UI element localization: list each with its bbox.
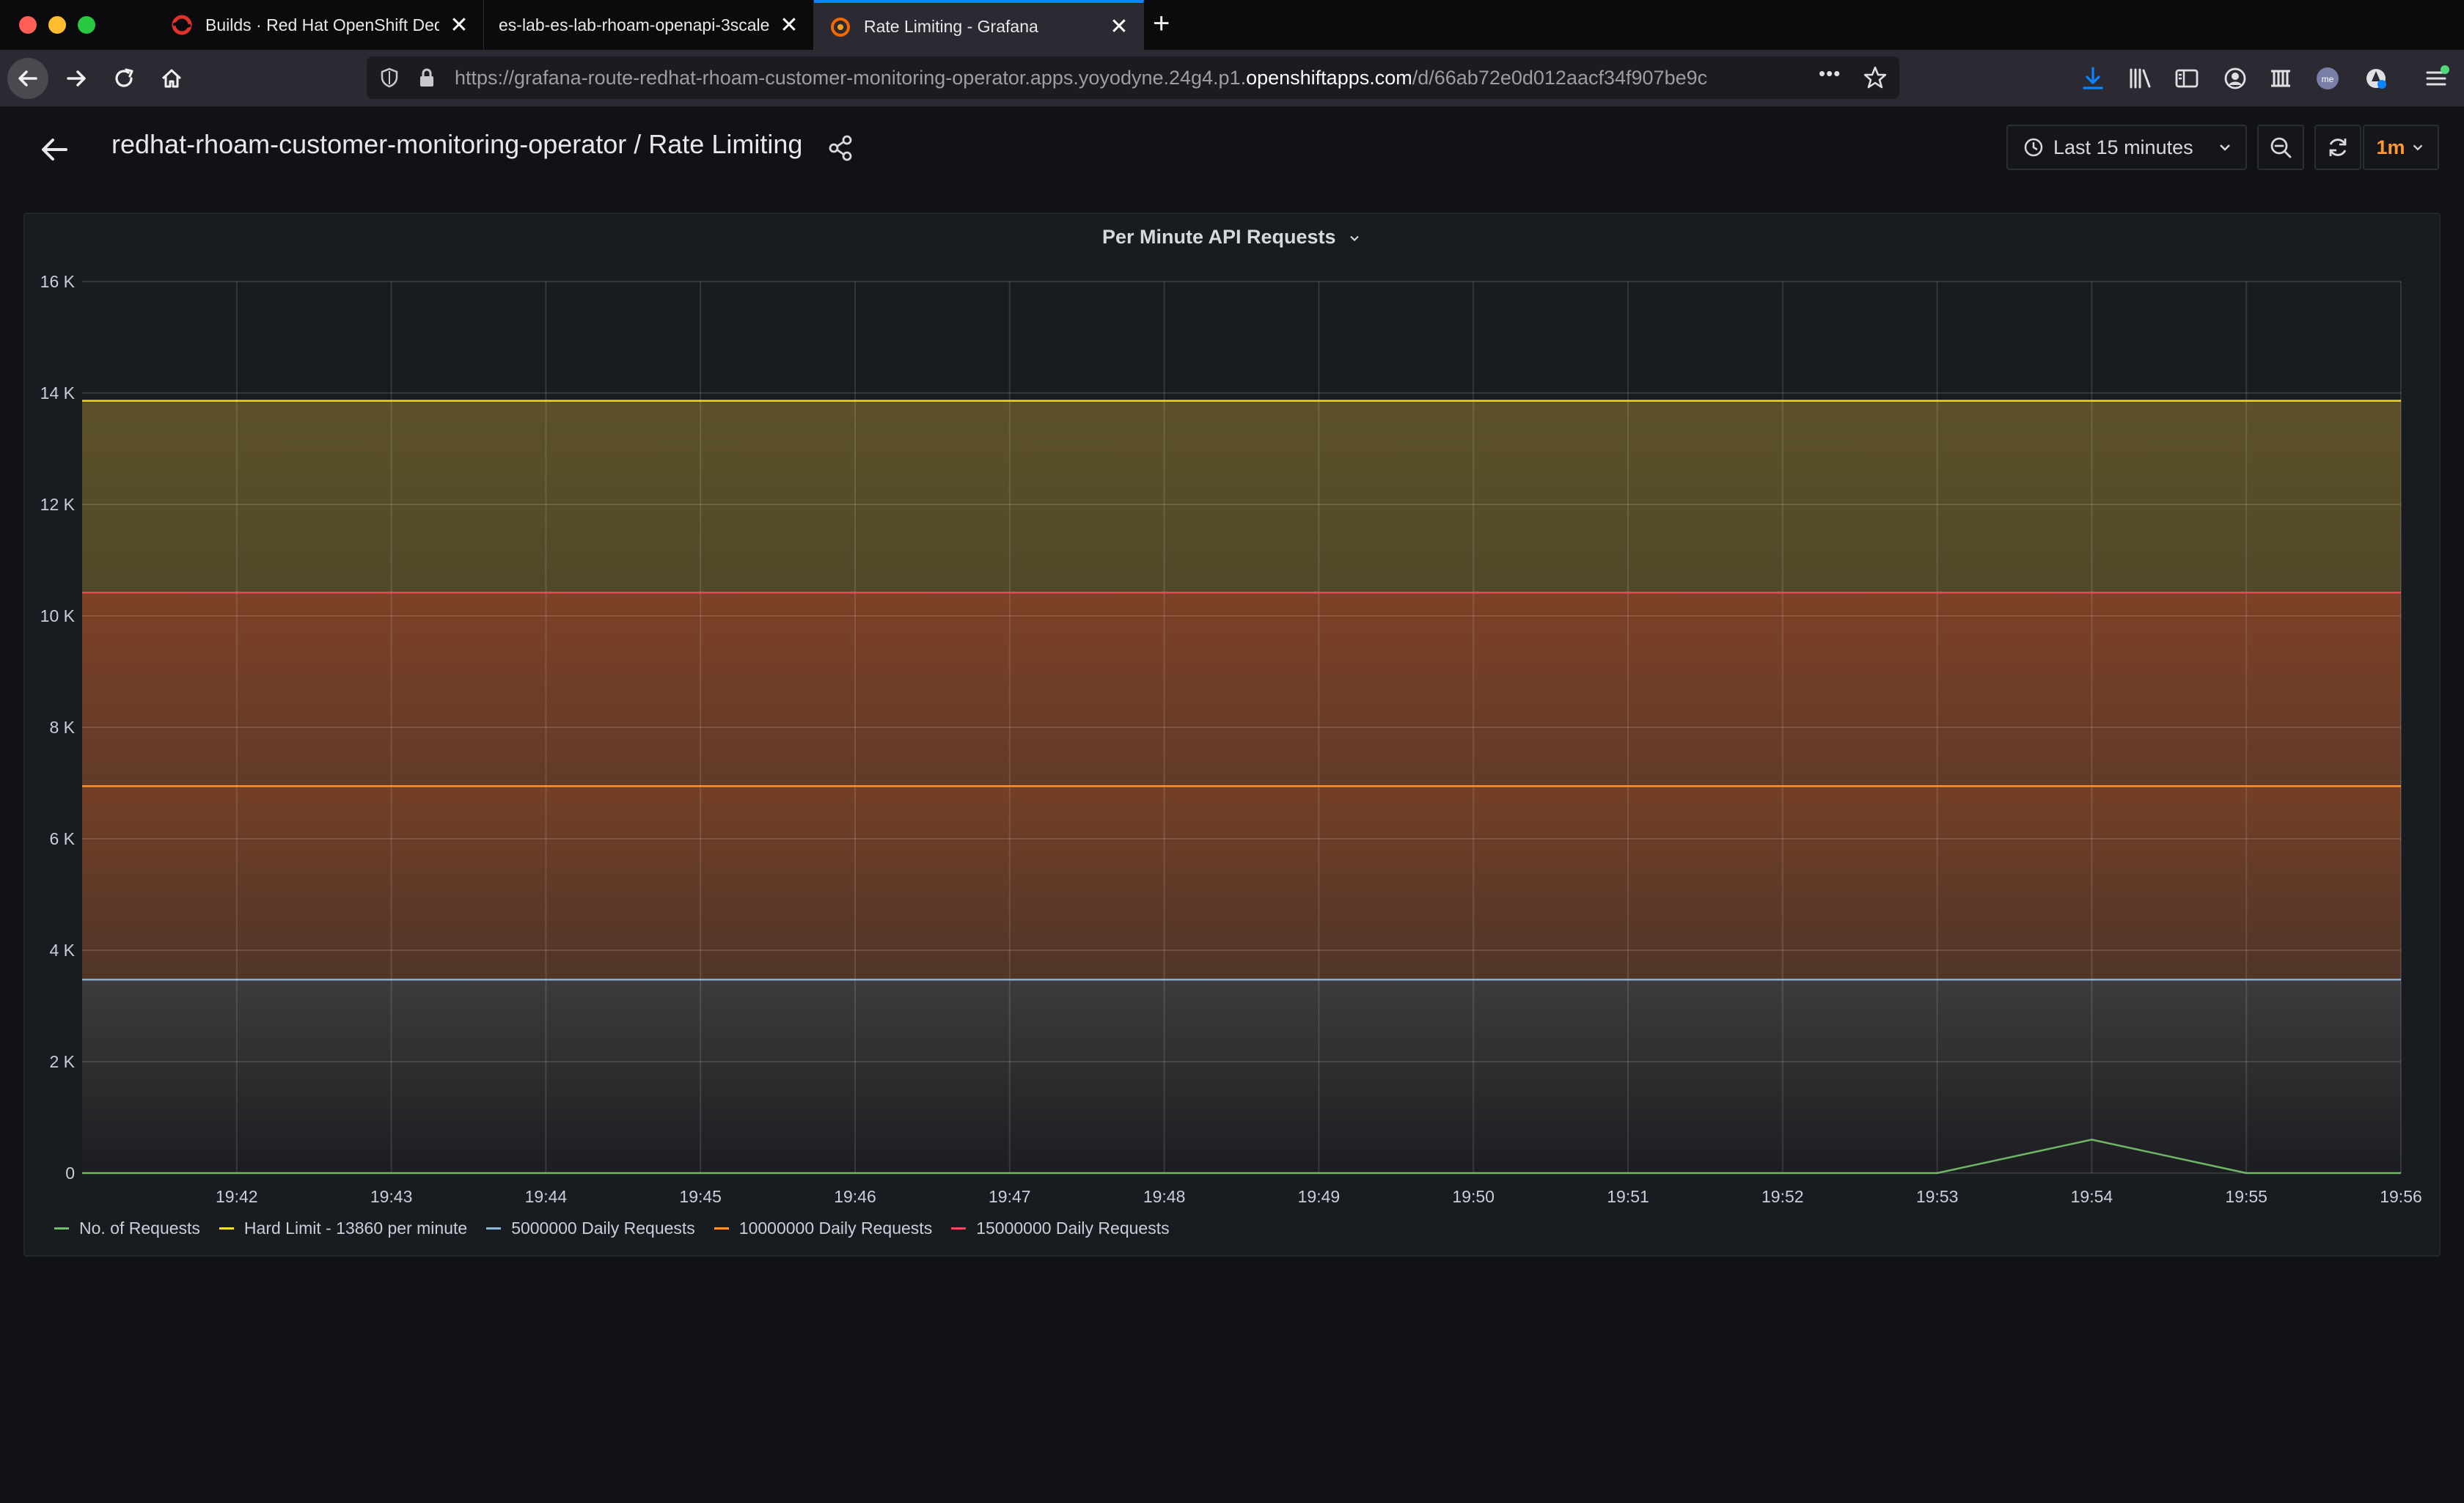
refresh-interval-picker[interactable]: 1m: [2363, 125, 2439, 170]
tab-label: Rate Limiting - Grafana: [864, 16, 1038, 36]
refresh-interval-label: 1m: [2376, 136, 2405, 158]
back-button[interactable]: [7, 58, 48, 99]
chart-legend: No. of Requests Hard Limit - 13860 per mi…: [54, 1219, 1189, 1238]
browser-tab-3scale[interactable]: es-lab-es-lab-rhoam-openapi-3scale ✕: [484, 0, 814, 50]
back-arrow-icon[interactable]: [38, 133, 70, 166]
legend-swatch: [219, 1227, 234, 1230]
y-tick-label: 10 K: [40, 606, 76, 625]
close-tab-icon[interactable]: ✕: [780, 12, 799, 38]
x-tick-label: 19:51: [1607, 1187, 1649, 1206]
x-tick-label: 19:45: [679, 1187, 722, 1206]
x-tick-label: 19:55: [2225, 1187, 2267, 1206]
y-tick-label: 6 K: [49, 829, 75, 848]
library-icon[interactable]: [2127, 65, 2153, 92]
time-range-label: Last 15 minutes: [2053, 136, 2193, 158]
tab-label: es-lab-es-lab-rhoam-openapi-3scale: [499, 15, 769, 34]
y-tick-label: 2 K: [49, 1052, 75, 1071]
page-title[interactable]: redhat-rhoam-customer-monitoring-operato…: [111, 129, 802, 160]
download-icon[interactable]: [2080, 65, 2106, 92]
close-tab-icon[interactable]: ✕: [450, 12, 469, 38]
grafana-icon: [831, 18, 850, 37]
reload-button[interactable]: [104, 58, 145, 99]
star-icon[interactable]: [1863, 65, 1888, 90]
sidebar-icon[interactable]: [2174, 65, 2200, 92]
browser-tab-builds[interactable]: Builds · Red Hat OpenShift Dedicated ✕: [155, 0, 484, 50]
zoom-out-button[interactable]: [2257, 125, 2304, 170]
series-area-2: [82, 980, 2401, 1173]
y-tick-label: 12 K: [40, 495, 76, 514]
menu-icon[interactable]: [2423, 65, 2449, 92]
dashboard-header: redhat-rhoam-customer-monitoring-operato…: [0, 107, 2464, 195]
legend-swatch: [54, 1227, 69, 1230]
forward-button[interactable]: [56, 58, 97, 99]
legend-label: No. of Requests: [79, 1219, 200, 1238]
legend-label: 15000000 Daily Requests: [976, 1219, 1170, 1238]
x-tick-label: 19:53: [1916, 1187, 1959, 1206]
legend-swatch: [486, 1227, 502, 1230]
account-icon[interactable]: [2222, 65, 2248, 92]
time-range-picker[interactable]: Last 15 minutes: [2006, 125, 2247, 170]
page-actions-button[interactable]: •••: [1819, 62, 1841, 85]
legend-swatch: [714, 1227, 729, 1230]
x-tick-label: 19:47: [989, 1187, 1031, 1206]
legend-swatch: [951, 1227, 967, 1230]
x-tick-label: 19:52: [1761, 1187, 1804, 1206]
address-bar[interactable]: https://grafana-route-redhat-rhoam-custo…: [367, 56, 1899, 99]
tab-label: Builds · Red Hat OpenShift Dedicated: [205, 15, 439, 34]
x-tick-label: 19:46: [834, 1187, 876, 1206]
window-zoom-button[interactable]: [78, 16, 95, 34]
home-button[interactable]: [151, 58, 192, 99]
x-tick-label: 19:54: [2071, 1187, 2113, 1206]
svg-text:me: me: [2322, 74, 2334, 84]
y-tick-label: 0: [65, 1164, 75, 1183]
chevron-down-icon: [2220, 144, 2230, 151]
browser-tab-bar: Builds · Red Hat OpenShift Dedicated ✕ e…: [0, 0, 2464, 51]
extension-icon[interactable]: [2363, 65, 2389, 92]
chevron-down-icon: [2413, 144, 2422, 151]
openshift-icon: [172, 15, 192, 35]
shield-icon: [381, 67, 398, 88]
x-tick-label: 19:43: [370, 1187, 413, 1206]
legend-item[interactable]: 15000000 Daily Requests: [951, 1219, 1170, 1238]
y-tick-label: 14 K: [40, 383, 76, 403]
x-tick-label: 19:48: [1143, 1187, 1186, 1206]
y-tick-label: 16 K: [40, 272, 76, 291]
browser-tab-grafana[interactable]: Rate Limiting - Grafana ✕: [814, 0, 1144, 50]
x-tick-label: 19:50: [1452, 1187, 1495, 1206]
window-minimize-button[interactable]: [48, 16, 66, 34]
reload-icon: [115, 68, 133, 87]
lock-icon: [420, 68, 433, 87]
legend-item[interactable]: No. of Requests: [54, 1219, 200, 1238]
graph-panel: Per Minute API Requests 02 K4 K6 K8 K 10 …: [23, 213, 2441, 1257]
y-tick-label: 8 K: [49, 718, 75, 737]
profile-avatar-icon[interactable]: me: [2314, 65, 2341, 92]
y-tick-label: 4 K: [49, 941, 75, 960]
x-tick-label: 19:49: [1298, 1187, 1341, 1206]
new-tab-button[interactable]: +: [1153, 9, 1170, 38]
share-icon[interactable]: [826, 133, 855, 163]
x-tick-label: 19:44: [525, 1187, 568, 1206]
browser-toolbar: https://grafana-route-redhat-rhoam-custo…: [0, 51, 2464, 107]
home-icon: [161, 69, 182, 88]
chart-plot[interactable]: 0 2 K 4 K 6 K 8 K 10 K 12 K 14 K 16 K 19:42 19:43…: [25, 214, 2439, 1211]
legend-item[interactable]: 5000000 Daily Requests: [486, 1219, 695, 1238]
refresh-button[interactable]: [2314, 125, 2361, 170]
zoom-out-icon: [2270, 137, 2292, 158]
x-tick-label: 19:42: [216, 1187, 258, 1206]
url-text: https://grafana-route-redhat-rhoam-custo…: [455, 67, 1708, 89]
legend-label: Hard Limit - 13860 per minute: [243, 1219, 468, 1238]
legend-label: 10000000 Daily Requests: [738, 1219, 933, 1238]
refresh-icon: [2329, 139, 2347, 156]
legend-label: 5000000 Daily Requests: [511, 1219, 695, 1238]
clock-icon: [2024, 138, 2043, 157]
legend-item[interactable]: Hard Limit - 13860 per minute: [219, 1219, 467, 1238]
window-close-button[interactable]: [19, 16, 37, 34]
legend-item[interactable]: 10000000 Daily Requests: [714, 1219, 932, 1238]
extension-grid-icon[interactable]: [2267, 65, 2294, 92]
arrow-left-icon: [18, 70, 37, 87]
arrow-right-icon: [67, 70, 86, 87]
close-tab-icon[interactable]: ✕: [1110, 14, 1129, 40]
x-tick-label: 19:56: [2380, 1187, 2422, 1206]
